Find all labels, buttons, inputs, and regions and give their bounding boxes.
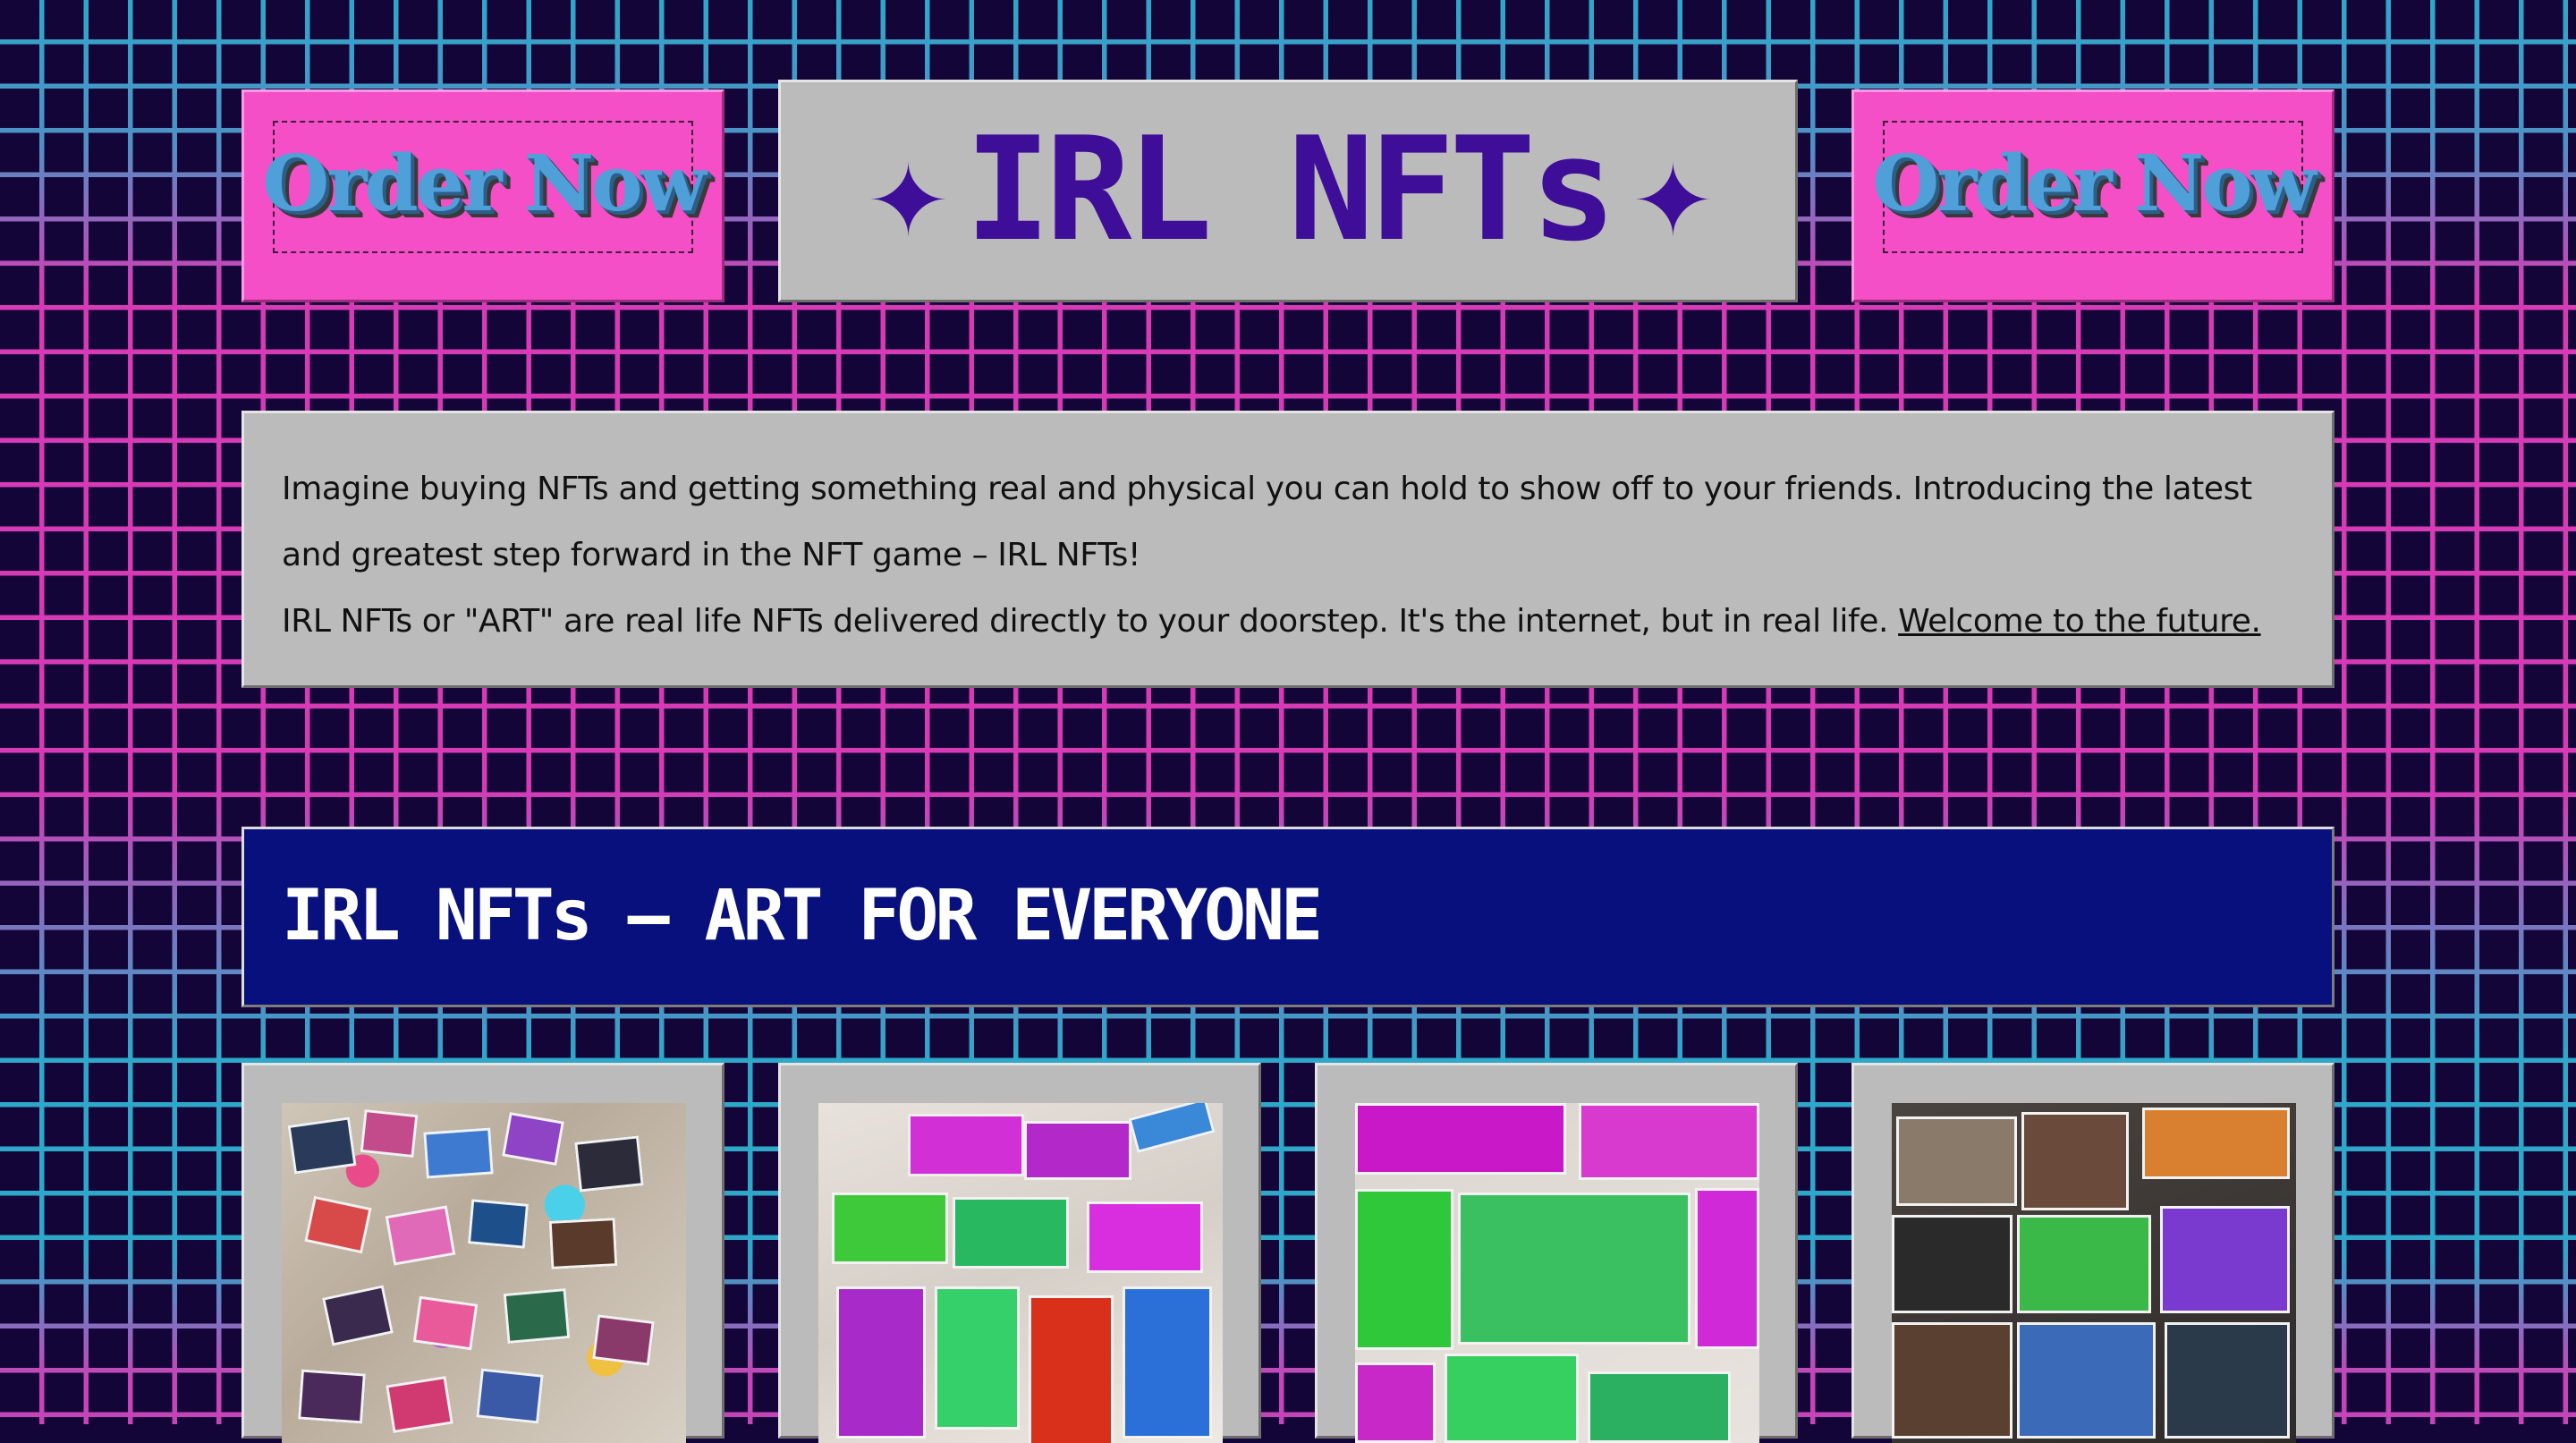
intro-paragraph-1: Imagine buying NFTs and getting somethin…: [282, 471, 2252, 573]
order-now-button-right[interactable]: Order Now: [1852, 89, 2334, 302]
photo-collage-1[interactable]: [282, 1103, 686, 1443]
gallery-card-3: [1315, 1063, 1798, 1443]
photo-collage-4[interactable]: [1892, 1103, 2296, 1443]
welcome-future-link[interactable]: Welcome to the future.: [1898, 603, 2261, 640]
section-heading: IRL NFTs — ART FOR EVERYONE: [282, 876, 1323, 956]
intro-paragraph-2-text: IRL NFTs or "ART" are real life NFTs del…: [282, 603, 1899, 640]
title-box: ✦ IRL NFTs ✦: [778, 80, 1798, 302]
intro-panel: Imagine buying NFTs and getting somethin…: [242, 411, 2334, 688]
gallery-card-1: [242, 1063, 724, 1443]
gallery-card-4: [1852, 1063, 2334, 1443]
sparkle-icon: ✦: [1632, 112, 1713, 267]
site-title-text: IRL NFTs: [964, 106, 1617, 273]
section-banner: IRL NFTs — ART FOR EVERYONE: [242, 827, 2334, 1007]
sparkle-icon: ✦: [868, 112, 948, 267]
order-now-label: Order Now: [262, 139, 706, 229]
order-now-button-left[interactable]: Order Now: [242, 89, 724, 302]
gallery-card-2: [778, 1063, 1261, 1443]
photo-collage-2[interactable]: [818, 1103, 1223, 1443]
photo-collage-3[interactable]: [1355, 1103, 1759, 1443]
order-now-label: Order Now: [1872, 139, 2316, 229]
site-title: ✦ IRL NFTs ✦: [781, 109, 1795, 270]
intro-paragraph-2: IRL NFTs or "ART" are real life NFTs del…: [282, 589, 2296, 655]
